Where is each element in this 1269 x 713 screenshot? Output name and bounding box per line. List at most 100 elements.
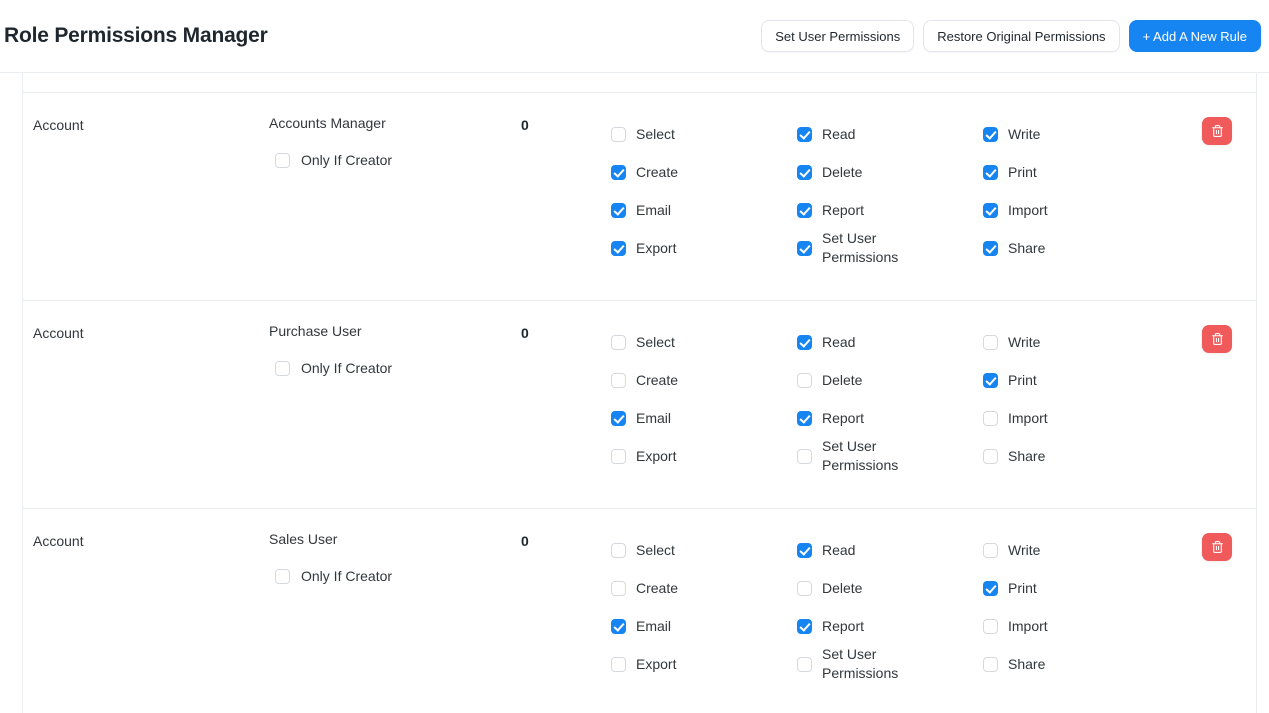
permission-delete[interactable]: Delete bbox=[797, 361, 983, 399]
permission-share[interactable]: Share bbox=[983, 229, 1169, 267]
permission-create[interactable]: Create bbox=[611, 153, 797, 191]
permission-print[interactable]: Print bbox=[983, 361, 1169, 399]
checkbox-write[interactable] bbox=[983, 334, 998, 350]
checkbox-select[interactable] bbox=[611, 542, 626, 558]
permission-export[interactable]: Export bbox=[611, 229, 797, 267]
checkbox-export[interactable] bbox=[611, 240, 626, 256]
checkbox-print[interactable] bbox=[983, 164, 998, 180]
checkbox-import[interactable] bbox=[983, 618, 998, 634]
page-title: Role Permissions Manager bbox=[4, 24, 268, 47]
trash-icon bbox=[1211, 332, 1224, 346]
permission-print[interactable]: Print bbox=[983, 153, 1169, 191]
checkbox-import[interactable] bbox=[983, 202, 998, 218]
restore-original-permissions-button[interactable]: Restore Original Permissions bbox=[923, 20, 1120, 52]
permission-read[interactable]: Read bbox=[797, 323, 983, 361]
checkbox-email[interactable] bbox=[611, 202, 626, 218]
permission-label: Print bbox=[1008, 163, 1037, 180]
permission-set-user-permissions[interactable]: Set User Permissions bbox=[797, 645, 983, 683]
checkbox-email[interactable] bbox=[611, 618, 626, 634]
row-doctype: Account bbox=[33, 325, 84, 341]
permission-label: Select bbox=[636, 333, 675, 350]
checkbox-set-user-permissions[interactable] bbox=[797, 240, 812, 256]
checkbox-print[interactable] bbox=[983, 372, 998, 388]
checkbox-read[interactable] bbox=[797, 126, 812, 142]
checkbox-select[interactable] bbox=[611, 126, 626, 142]
permission-write[interactable]: Write bbox=[983, 531, 1169, 569]
permission-read[interactable]: Read bbox=[797, 115, 983, 153]
checkbox-set-user-permissions[interactable] bbox=[797, 448, 812, 464]
permission-write[interactable]: Write bbox=[983, 323, 1169, 361]
permission-email[interactable]: Email bbox=[611, 607, 797, 645]
permission-create[interactable]: Create bbox=[611, 569, 797, 607]
delete-rule-button[interactable] bbox=[1202, 117, 1232, 145]
checkbox-only-if-creator[interactable] bbox=[275, 569, 290, 584]
permission-column-2: Read Delete Report Set User Permissions bbox=[797, 115, 983, 267]
permission-set-user-permissions[interactable]: Set User Permissions bbox=[797, 229, 983, 267]
checkbox-create[interactable] bbox=[611, 580, 626, 596]
permission-print[interactable]: Print bbox=[983, 569, 1169, 607]
checkbox-export[interactable] bbox=[611, 448, 626, 464]
delete-rule-button[interactable] bbox=[1202, 325, 1232, 353]
permission-column-1: Select Create Email Export bbox=[611, 531, 797, 683]
checkbox-import[interactable] bbox=[983, 410, 998, 426]
checkbox-set-user-permissions[interactable] bbox=[797, 656, 812, 672]
checkbox-report[interactable] bbox=[797, 618, 812, 634]
permission-email[interactable]: Email bbox=[611, 399, 797, 437]
checkbox-report[interactable] bbox=[797, 202, 812, 218]
permission-label: Create bbox=[636, 163, 679, 180]
permission-share[interactable]: Share bbox=[983, 437, 1169, 475]
checkbox-write[interactable] bbox=[983, 542, 998, 558]
permission-write[interactable]: Write bbox=[983, 115, 1169, 153]
checkbox-delete[interactable] bbox=[797, 580, 812, 596]
checkbox-email[interactable] bbox=[611, 410, 626, 426]
checkbox-only-if-creator[interactable] bbox=[275, 361, 290, 376]
permission-label: Email bbox=[636, 201, 672, 218]
permission-select[interactable]: Select bbox=[611, 115, 797, 153]
permission-set-user-permissions[interactable]: Set User Permissions bbox=[797, 437, 983, 475]
only-if-creator-row[interactable]: Only If Creator bbox=[269, 151, 521, 170]
row-role-name: Purchase User bbox=[269, 323, 362, 339]
permission-select[interactable]: Select bbox=[611, 323, 797, 361]
only-if-creator-row[interactable]: Only If Creator bbox=[269, 359, 521, 378]
permission-report[interactable]: Report bbox=[797, 399, 983, 437]
permission-label: Select bbox=[636, 541, 675, 558]
delete-rule-button[interactable] bbox=[1202, 533, 1232, 561]
checkbox-write[interactable] bbox=[983, 126, 998, 142]
permission-label: Import bbox=[1008, 409, 1048, 426]
permission-read[interactable]: Read bbox=[797, 531, 983, 569]
permission-delete[interactable]: Delete bbox=[797, 569, 983, 607]
checkbox-share[interactable] bbox=[983, 656, 998, 672]
checkbox-export[interactable] bbox=[611, 656, 626, 672]
checkbox-create[interactable] bbox=[611, 372, 626, 388]
permission-import[interactable]: Import bbox=[983, 191, 1169, 229]
checkbox-select[interactable] bbox=[611, 334, 626, 350]
permission-report[interactable]: Report bbox=[797, 607, 983, 645]
permission-report[interactable]: Report bbox=[797, 191, 983, 229]
permission-delete[interactable]: Delete bbox=[797, 153, 983, 191]
checkbox-only-if-creator[interactable] bbox=[275, 153, 290, 168]
permission-export[interactable]: Export bbox=[611, 645, 797, 683]
add-a-new-rule-button[interactable]: + Add A New Rule bbox=[1128, 20, 1261, 52]
permission-select[interactable]: Select bbox=[611, 531, 797, 569]
permission-import[interactable]: Import bbox=[983, 399, 1169, 437]
permission-export[interactable]: Export bbox=[611, 437, 797, 475]
checkbox-print[interactable] bbox=[983, 580, 998, 596]
permission-share[interactable]: Share bbox=[983, 645, 1169, 683]
checkbox-read[interactable] bbox=[797, 542, 812, 558]
permissions-table: Account Accounts Manager Only If Creator 0 S… bbox=[22, 73, 1257, 713]
permission-label: Email bbox=[636, 617, 672, 634]
checkbox-delete[interactable] bbox=[797, 164, 812, 180]
only-if-creator-row[interactable]: Only If Creator bbox=[269, 567, 521, 586]
checkbox-report[interactable] bbox=[797, 410, 812, 426]
row-role-name: Accounts Manager bbox=[269, 115, 386, 131]
checkbox-read[interactable] bbox=[797, 334, 812, 350]
checkbox-share[interactable] bbox=[983, 240, 998, 256]
checkbox-create[interactable] bbox=[611, 164, 626, 180]
checkbox-delete[interactable] bbox=[797, 372, 812, 388]
checkbox-share[interactable] bbox=[983, 448, 998, 464]
permission-email[interactable]: Email bbox=[611, 191, 797, 229]
permission-create[interactable]: Create bbox=[611, 361, 797, 399]
permission-column-3: Write Print Import Share bbox=[983, 115, 1169, 267]
set-user-permissions-button[interactable]: Set User Permissions bbox=[761, 20, 915, 52]
permission-import[interactable]: Import bbox=[983, 607, 1169, 645]
